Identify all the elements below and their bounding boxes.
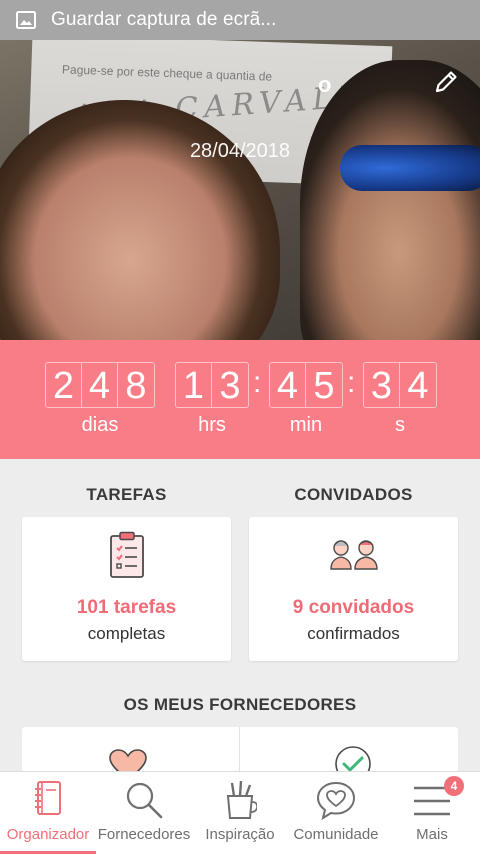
countdown-hours: 1 3 bbox=[175, 362, 249, 408]
guests-count: 9 convidados bbox=[292, 597, 415, 618]
countdown-digit: 8 bbox=[125, 365, 147, 407]
countdown-label-hours: hrs bbox=[198, 414, 226, 436]
countdown-digit: 4 bbox=[82, 363, 118, 407]
countdown-digit: 1 bbox=[176, 363, 212, 407]
notification-badge: 4 bbox=[444, 776, 464, 796]
nav-organizador[interactable]: Organizador bbox=[0, 772, 96, 854]
pencil-cup-icon bbox=[226, 780, 257, 819]
nav-comunidade[interactable]: Comunidade bbox=[288, 772, 384, 854]
edit-button[interactable] bbox=[428, 64, 464, 100]
nav-mais[interactable]: Mais bbox=[384, 772, 480, 854]
guests-sub: confirmados bbox=[307, 624, 400, 643]
image-icon bbox=[16, 11, 36, 29]
countdown-minutes: 4 5 bbox=[269, 362, 343, 408]
notification-title: Guardar captura de ecrã... bbox=[51, 9, 277, 30]
nav-label: Organizador bbox=[6, 826, 90, 843]
chat-heart-icon bbox=[316, 781, 356, 820]
suppliers-cards[interactable] bbox=[22, 727, 458, 777]
suppliers-divider bbox=[239, 727, 240, 777]
countdown-label-seconds: s bbox=[395, 414, 405, 436]
countdown-digit: 5 bbox=[313, 365, 335, 407]
pencil-icon bbox=[435, 71, 457, 93]
nav-label: Inspiração bbox=[205, 826, 275, 843]
countdown-digit: 4 bbox=[407, 365, 429, 407]
tasks-title: TAREFAS bbox=[86, 485, 167, 504]
countdown-digit: 3 bbox=[219, 365, 241, 407]
countdown-digit: 3 bbox=[364, 363, 400, 407]
couple-name: o bbox=[318, 72, 332, 97]
countdown-label-days: dias bbox=[81, 414, 119, 436]
nav-inspiracao[interactable]: Inspiração bbox=[192, 772, 288, 854]
bottom-navigation: Organizador Fornecedores Inspiração Comu… bbox=[0, 771, 480, 854]
guests-card[interactable]: 9 convidados confirmados bbox=[249, 517, 458, 661]
tasks-sub: completas bbox=[87, 624, 166, 643]
tasks-card[interactable]: 101 tarefas completas bbox=[22, 517, 231, 661]
search-icon bbox=[126, 782, 163, 819]
clipboard-icon bbox=[110, 531, 144, 578]
nav-label: Comunidade bbox=[293, 826, 379, 843]
wedding-date: 28/04/2018 bbox=[189, 140, 291, 162]
countdown-digit: 2 bbox=[46, 363, 82, 407]
wedding-cover-photo[interactable]: Pague-se por este cheque a quantia de AN… bbox=[0, 40, 480, 340]
countdown-label-minutes: min bbox=[289, 414, 323, 436]
guests-icon bbox=[330, 540, 378, 570]
nav-fornecedores[interactable]: Fornecedores bbox=[96, 772, 192, 854]
countdown-days: 2 4 8 bbox=[45, 362, 155, 408]
countdown-seconds: 3 4 bbox=[363, 362, 437, 408]
tasks-count: 101 tarefas bbox=[76, 597, 177, 618]
countdown-digit: 4 bbox=[270, 363, 306, 407]
notebook-icon bbox=[35, 781, 61, 815]
wedding-countdown: 2 4 8 1 3 : 4 5 : 3 4 dias hrs min s bbox=[0, 340, 480, 459]
notification-bar: Guardar captura de ecrã... bbox=[0, 0, 480, 40]
countdown-separator: : bbox=[253, 366, 262, 399]
countdown-separator: : bbox=[347, 366, 356, 399]
nav-label: Fornecedores bbox=[97, 826, 191, 843]
suppliers-title: OS MEUS FORNECEDORES bbox=[123, 695, 357, 714]
guests-title: CONVIDADOS bbox=[294, 485, 413, 504]
nav-label: Mais bbox=[416, 826, 448, 843]
